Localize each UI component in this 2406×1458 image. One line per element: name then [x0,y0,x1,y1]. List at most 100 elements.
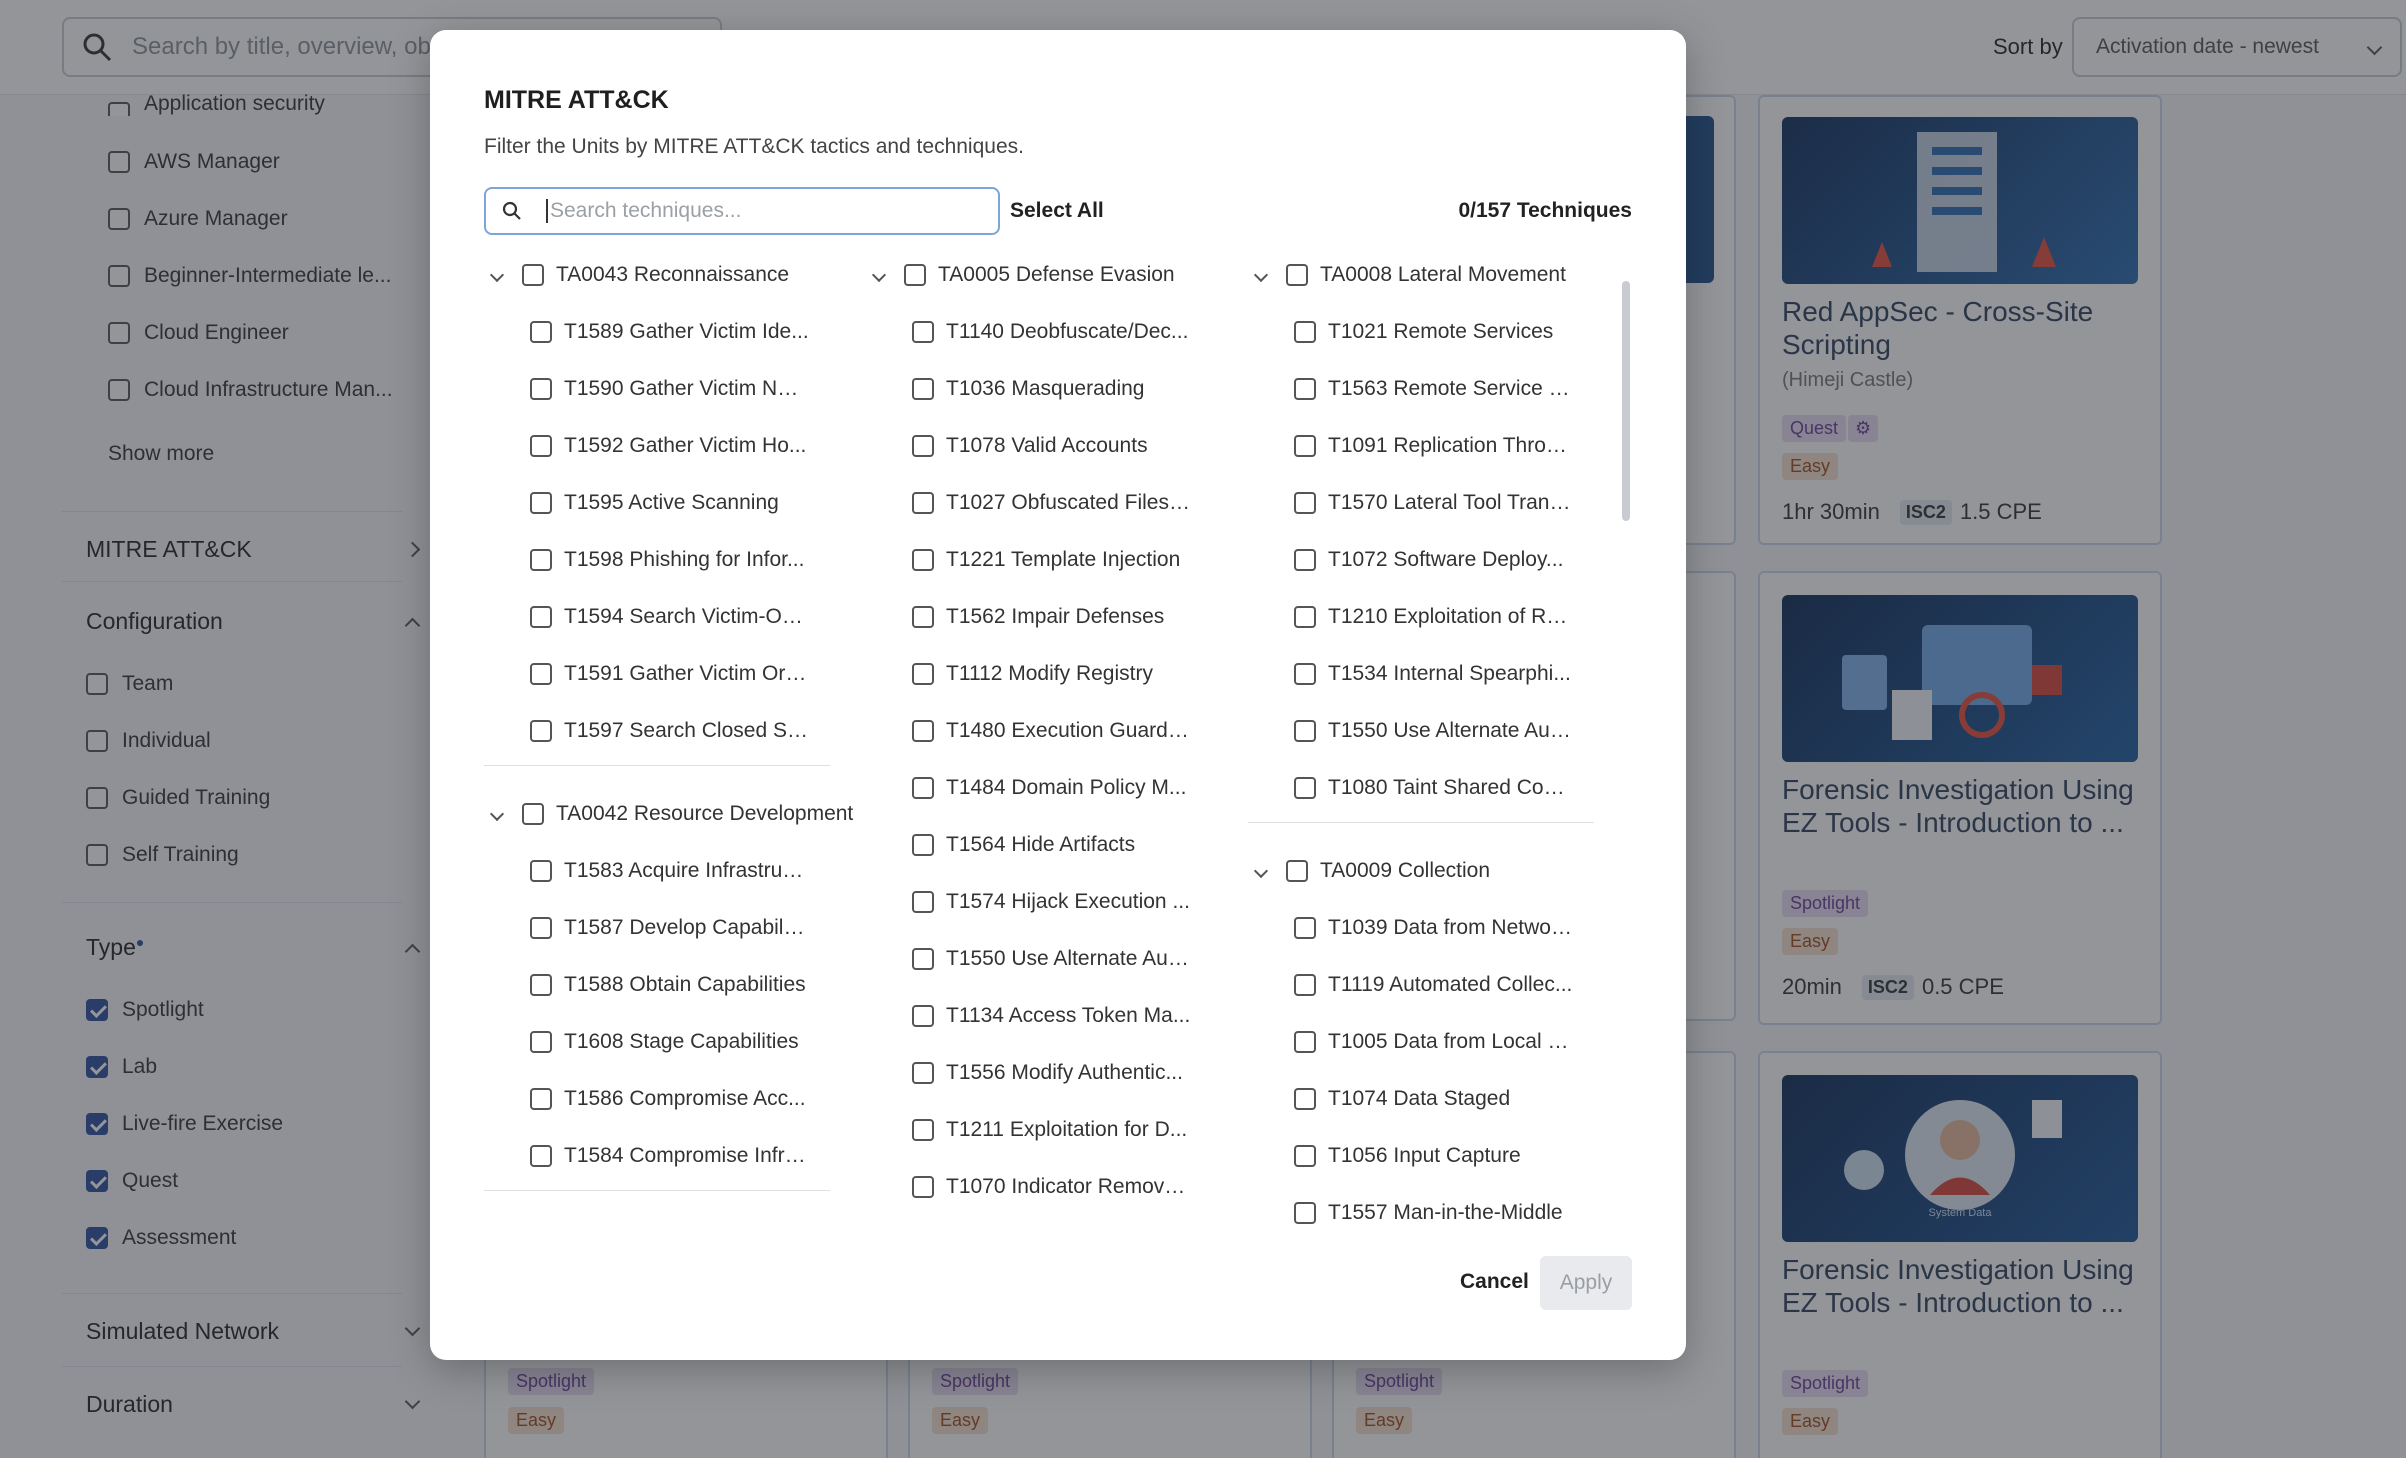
technique-row[interactable]: T1595 Active Scanning [530,488,779,518]
technique-checkbox[interactable] [530,492,552,514]
technique-checkbox[interactable] [1294,378,1316,400]
technique-row[interactable]: T1550 Use Alternate Aut... [1294,716,1573,746]
technique-checkbox[interactable] [912,378,934,400]
technique-row[interactable]: T1592 Gather Victim Ho... [530,431,806,461]
technique-checkbox[interactable] [912,777,934,799]
tactic-row[interactable]: TA0009 Collection [1248,856,1490,886]
technique-row[interactable]: T1134 Access Token Ma... [912,1001,1190,1031]
technique-search-input[interactable]: Search techniques... [484,187,1000,235]
scrollbar-thumb[interactable] [1622,281,1630,521]
technique-checkbox[interactable] [1294,720,1316,742]
technique-row[interactable]: T1574 Hijack Execution ... [912,887,1190,917]
technique-checkbox[interactable] [530,917,552,939]
technique-row[interactable]: T1056 Input Capture [1294,1141,1521,1171]
tactic-checkbox[interactable] [1286,860,1308,882]
technique-row[interactable]: T1550 Use Alternate Aut... [912,944,1191,974]
tactic-row[interactable]: TA0005 Defense Evasion [866,260,1175,290]
technique-row[interactable]: T1039 Data from Networ... [1294,913,1573,943]
technique-checkbox[interactable] [912,1005,934,1027]
technique-row[interactable]: T1586 Compromise Acc... [530,1084,806,1114]
select-all-button[interactable]: Select All [1010,199,1104,223]
technique-row[interactable]: T1210 Exploitation of Re... [1294,602,1573,632]
technique-checkbox[interactable] [530,1031,552,1053]
technique-row[interactable]: T1027 Obfuscated Files ... [912,488,1191,518]
technique-checkbox[interactable] [912,435,934,457]
technique-row[interactable]: T1608 Stage Capabilities [530,1027,799,1057]
technique-row[interactable]: T1078 Valid Accounts [912,431,1148,461]
tactic-row[interactable]: TA0008 Lateral Movement [1248,260,1566,290]
technique-row[interactable]: T1587 Develop Capabiliti... [530,913,809,943]
technique-row[interactable]: T1091 Replication Throu... [1294,431,1573,461]
technique-row[interactable]: T1591 Gather Victim Org... [530,659,809,689]
technique-checkbox[interactable] [530,435,552,457]
technique-checkbox[interactable] [1294,1202,1316,1224]
tactic-row[interactable]: TA0042 Resource Development [484,799,853,829]
technique-checkbox[interactable] [1294,663,1316,685]
technique-row[interactable]: T1556 Modify Authentic... [912,1058,1183,1088]
technique-checkbox[interactable] [530,606,552,628]
technique-row[interactable]: T1021 Remote Services [1294,317,1553,347]
technique-checkbox[interactable] [912,720,934,742]
technique-row[interactable]: T1074 Data Staged [1294,1084,1510,1114]
technique-row[interactable]: T1594 Search Victim-Ow... [530,602,809,632]
technique-row[interactable]: T1583 Acquire Infrastruc... [530,856,809,886]
technique-checkbox[interactable] [1294,1088,1316,1110]
technique-checkbox[interactable] [1294,321,1316,343]
technique-checkbox[interactable] [912,549,934,571]
technique-checkbox[interactable] [530,321,552,343]
tactic-row[interactable]: TA0043 Reconnaissance [484,260,789,290]
tactic-checkbox[interactable] [522,803,544,825]
technique-checkbox[interactable] [912,891,934,913]
technique-row[interactable]: T1588 Obtain Capabilities [530,970,806,1000]
technique-checkbox[interactable] [530,860,552,882]
cancel-button[interactable]: Cancel [1460,1270,1529,1294]
technique-row[interactable]: T1072 Software Deploy... [1294,545,1563,575]
technique-row[interactable]: T1480 Execution Guardr... [912,716,1191,746]
technique-row[interactable]: T1589 Gather Victim Ide... [530,317,809,347]
technique-checkbox[interactable] [1294,1145,1316,1167]
technique-checkbox[interactable] [912,1062,934,1084]
technique-row[interactable]: T1119 Automated Collec... [1294,970,1572,1000]
technique-checkbox[interactable] [912,492,934,514]
technique-checkbox[interactable] [1294,974,1316,996]
technique-checkbox[interactable] [1294,606,1316,628]
chevron-down-icon[interactable] [1253,267,1269,283]
chevron-down-icon[interactable] [1253,863,1269,879]
technique-checkbox[interactable] [530,663,552,685]
technique-checkbox[interactable] [530,974,552,996]
technique-checkbox[interactable] [530,1145,552,1167]
technique-row[interactable]: T1598 Phishing for Infor... [530,545,804,575]
chevron-down-icon[interactable] [489,267,505,283]
technique-row[interactable]: T1597 Search Closed So... [530,716,809,746]
technique-checkbox[interactable] [530,378,552,400]
technique-row[interactable]: T1562 Impair Defenses [912,602,1164,632]
chevron-down-icon[interactable] [871,267,887,283]
technique-row[interactable]: T1563 Remote Service S... [1294,374,1573,404]
technique-checkbox[interactable] [912,606,934,628]
technique-row[interactable]: T1484 Domain Policy M... [912,773,1186,803]
technique-checkbox[interactable] [912,948,934,970]
scrollbar[interactable] [1622,255,1630,1255]
technique-row[interactable]: T1070 Indicator Remova... [912,1172,1191,1202]
technique-row[interactable]: T1005 Data from Local S... [1294,1027,1573,1057]
technique-checkbox[interactable] [912,1176,934,1198]
technique-row[interactable]: T1211 Exploitation for D... [912,1115,1187,1145]
technique-row[interactable]: T1112 Modify Registry [912,659,1153,689]
tactic-checkbox[interactable] [904,264,926,286]
tactic-checkbox[interactable] [522,264,544,286]
technique-checkbox[interactable] [1294,917,1316,939]
technique-row[interactable]: T1140 Deobfuscate/Dec... [912,317,1188,347]
technique-row[interactable]: T1564 Hide Artifacts [912,830,1135,860]
technique-checkbox[interactable] [1294,435,1316,457]
technique-row[interactable]: T1590 Gather Victim Net... [530,374,809,404]
technique-checkbox[interactable] [530,1088,552,1110]
technique-checkbox[interactable] [530,549,552,571]
technique-checkbox[interactable] [912,321,934,343]
tactic-checkbox[interactable] [1286,264,1308,286]
technique-row[interactable]: T1534 Internal Spearphi... [1294,659,1571,689]
apply-button[interactable]: Apply [1540,1256,1632,1310]
technique-checkbox[interactable] [530,720,552,742]
technique-checkbox[interactable] [1294,1031,1316,1053]
technique-checkbox[interactable] [912,663,934,685]
technique-row[interactable]: T1036 Masquerading [912,374,1144,404]
